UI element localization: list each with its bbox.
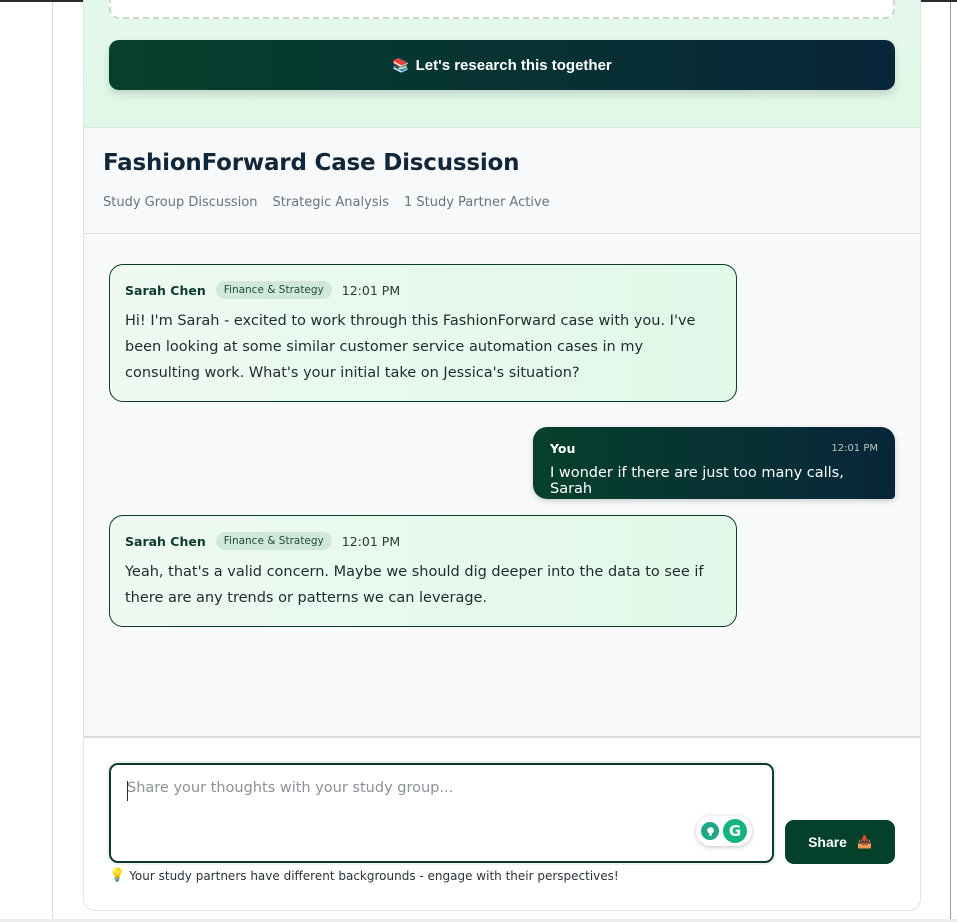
message-sender: You	[550, 441, 576, 456]
message-text: I wonder if there are just too many call…	[550, 465, 844, 497]
page-title: FashionForward Case Discussion	[103, 150, 520, 176]
research-together-button[interactable]: 📚 Let's research this together	[109, 40, 895, 90]
inbox-tray-icon: 📥	[856, 835, 872, 849]
books-icon: 📚	[392, 56, 410, 73]
case-meta: Study Group Discussion Strategic Analysi…	[103, 195, 550, 210]
meta-analysis-type: Strategic Analysis	[272, 195, 389, 210]
role-badge: Finance & Strategy	[215, 281, 332, 299]
message-item: Sarah Chen Finance & Strategy 12:01 PM Y…	[109, 515, 737, 627]
dropzone-bottom	[109, 0, 895, 19]
scrollbar-edge	[950, 2, 951, 922]
lightbulb-icon: 💡	[109, 868, 126, 883]
message-sender: Sarah Chen	[125, 533, 206, 549]
message-time: 12:01 PM	[341, 282, 401, 298]
message-time: 12:01 PM	[341, 533, 401, 549]
message-input[interactable]	[111, 765, 772, 861]
message-composer: G Share 📥 💡 Your study partners have dif…	[84, 736, 920, 910]
role-badge: Finance & Strategy	[215, 532, 332, 550]
grammarly-icon[interactable]: G	[723, 819, 747, 843]
message-text: Yeah, that's a valid concern. Maybe we s…	[125, 564, 704, 606]
message-input-container: G	[109, 763, 774, 863]
left-rail-divider	[52, 2, 53, 922]
message-list: Sarah Chen Finance & Strategy 12:01 PM H…	[84, 234, 920, 736]
share-button[interactable]: Share 📥	[785, 820, 895, 864]
share-label: Share	[808, 834, 847, 850]
case-header: FashionForward Case Discussion Study Gro…	[84, 128, 920, 234]
message-time: 12:01 PM	[831, 443, 878, 454]
message-text: Hi! I'm Sarah - excited to work through …	[125, 313, 696, 381]
user-message-item: You 12:01 PM I wonder if there are just …	[533, 427, 895, 499]
meta-group-type: Study Group Discussion	[103, 195, 258, 210]
research-together-label: Let's research this together	[415, 56, 612, 74]
research-hero: 📚 Let's research this together	[84, 0, 920, 128]
writing-assistant-widget[interactable]: G	[696, 816, 752, 846]
composer-tip: 💡 Your study partners have different bac…	[109, 868, 619, 883]
meta-active-partners: 1 Study Partner Active	[403, 195, 550, 210]
tip-text: Your study partners have different backg…	[129, 868, 619, 883]
lightbulb-icon[interactable]	[701, 822, 719, 840]
message-item: Sarah Chen Finance & Strategy 12:01 PM H…	[109, 264, 737, 402]
text-caret	[127, 781, 128, 801]
discussion-panel: 📚 Let's research this together FashionFo…	[83, 0, 921, 911]
message-sender: Sarah Chen	[125, 282, 206, 298]
